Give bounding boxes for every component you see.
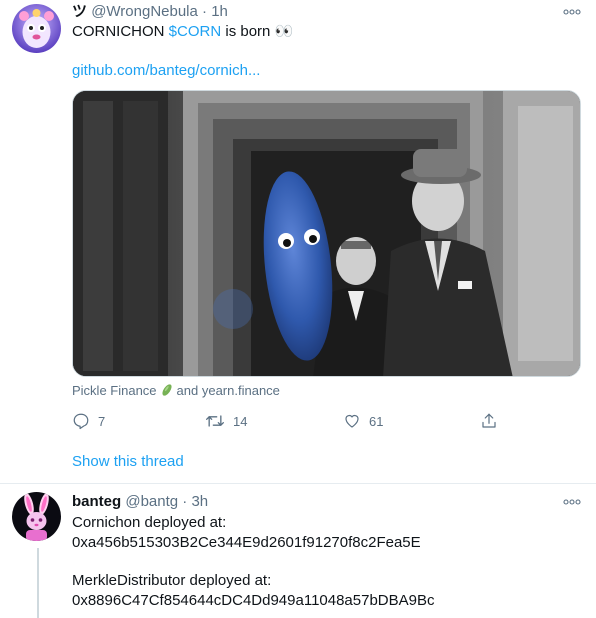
caption-tag-pickle-finance[interactable]: Pickle Finance: [72, 383, 157, 398]
retweet-count: 14: [233, 413, 248, 429]
retweet-button[interactable]: 14: [205, 410, 247, 432]
caption-tag-yearn-finance[interactable]: and yearn.finance: [177, 383, 280, 398]
cashtag-link[interactable]: $CORN: [169, 23, 222, 40]
tweet-header: banteg @bantg · 3h: [72, 492, 208, 512]
thread-connector-line: [37, 548, 39, 618]
tweet-timestamp[interactable]: 1h: [211, 3, 228, 20]
tweet-banteg[interactable]: banteg @bantg · 3h Cornichon deployed at…: [0, 484, 596, 618]
reply-count: 7: [98, 413, 106, 429]
contract-address-merkle: 0x8896C47Cf854644cDC4Dd949a11048a57bDBA9…: [72, 592, 435, 609]
avatar-banteg[interactable]: [12, 492, 61, 541]
like-icon: [345, 414, 359, 428]
display-name[interactable]: banteg: [72, 493, 121, 510]
user-handle[interactable]: @bantg: [125, 493, 178, 510]
tweet-actions: 7 14 61: [72, 410, 502, 432]
contract-address-cornichon: 0xa456b515303B2Ce344E9d2601f91270f8c2Fea…: [72, 534, 421, 551]
tweet-text-line-1: Cornichon deployed at:: [72, 514, 227, 531]
more-options-button[interactable]: [562, 2, 582, 22]
reply-icon: [73, 413, 89, 430]
separator-dot: ·: [202, 3, 208, 20]
github-link[interactable]: github.com/banteg/cornich...: [72, 61, 260, 81]
share-icon: [482, 413, 496, 428]
share-button[interactable]: [480, 410, 498, 432]
tweet-header: ツ @WrongNebula · 1h: [72, 2, 228, 22]
show-this-thread-link[interactable]: Show this thread: [72, 452, 184, 472]
user-handle[interactable]: @WrongNebula: [91, 3, 198, 20]
tweet-timestamp[interactable]: 3h: [191, 493, 208, 510]
display-name[interactable]: ツ: [72, 3, 87, 20]
tweet-photo[interactable]: [72, 90, 581, 377]
more-icon: [563, 9, 581, 15]
tweet-text-end: is born 👀: [221, 23, 294, 40]
pickle-icon: [160, 383, 174, 402]
retweet-icon: [206, 415, 224, 427]
like-count: 61: [369, 413, 384, 429]
tweet-text: CORNICHON $CORN is born 👀: [72, 22, 293, 42]
reply-button[interactable]: 7: [72, 410, 105, 432]
photo-caption: Pickle Finance and yearn.finance: [72, 382, 280, 402]
more-icon: [563, 499, 581, 505]
like-button[interactable]: 61: [343, 410, 383, 432]
tweet-text-start: CORNICHON: [72, 23, 169, 40]
more-options-button[interactable]: [562, 492, 582, 512]
tweet-text-line-3: MerkleDistributor deployed at:: [72, 572, 272, 589]
tweet-wrongnebula[interactable]: ツ @WrongNebula · 1h CORNICHON $CORN is b…: [0, 0, 596, 484]
avatar-wrongnebula[interactable]: [12, 4, 61, 53]
separator-dot: ·: [182, 493, 188, 510]
